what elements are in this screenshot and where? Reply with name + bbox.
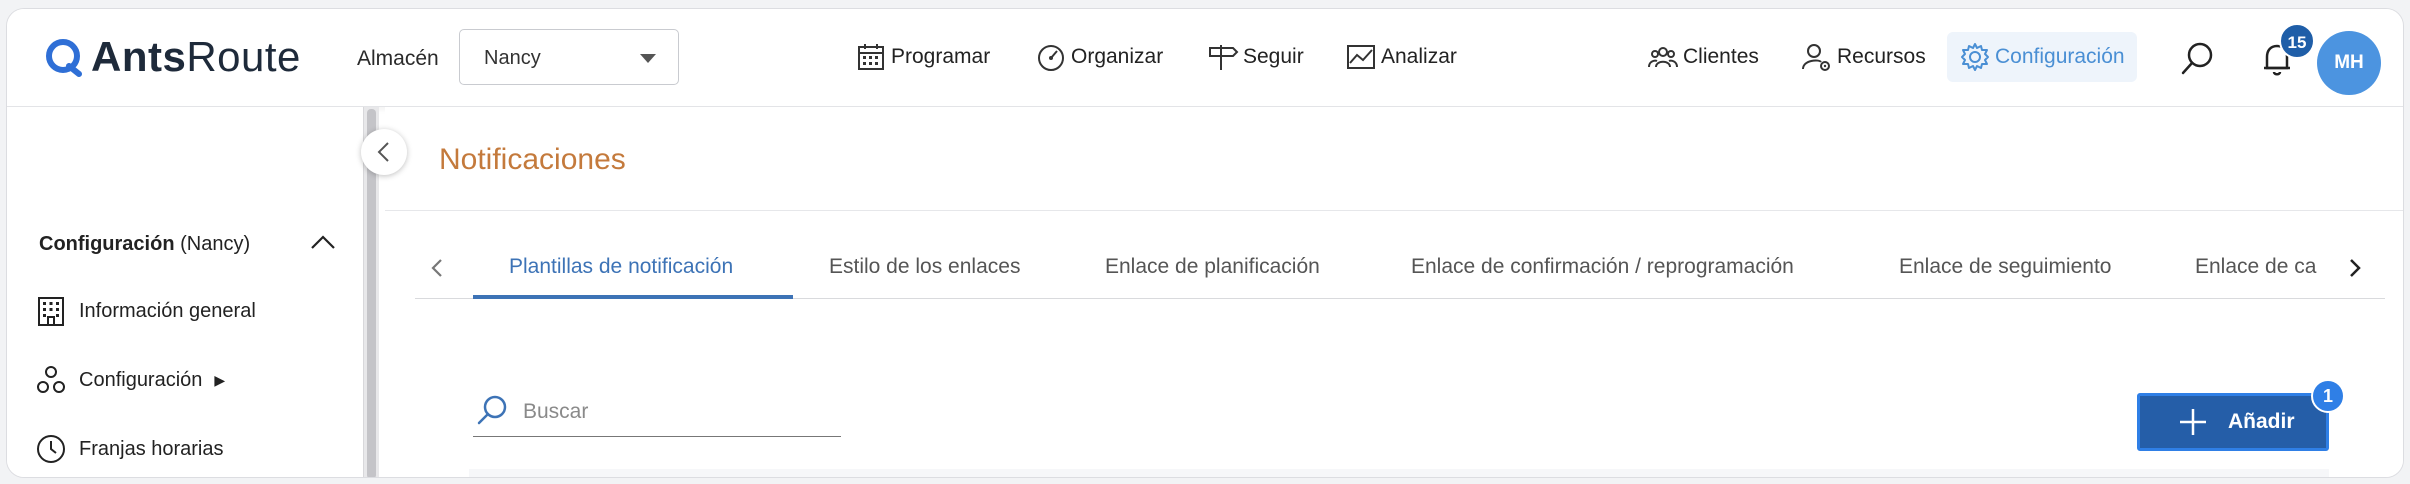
nav-label: Recursos xyxy=(1837,45,1926,68)
nav-label: Programar xyxy=(891,45,991,68)
active-tab-indicator xyxy=(473,295,793,299)
sidebar-item-label: Configuración xyxy=(79,368,203,391)
page-title: Notificaciones xyxy=(439,143,626,176)
step-badge: 1 xyxy=(2311,379,2345,413)
tab-plantillas[interactable]: Plantillas de notificación xyxy=(509,255,733,279)
nav-configuracion[interactable]: Configuración xyxy=(1947,32,2137,82)
search-icon xyxy=(477,395,507,425)
caret-down-icon xyxy=(640,54,656,63)
brand-logo[interactable]: AntsRoute xyxy=(43,33,301,81)
sidebar-section-title: Configuración (Nancy) xyxy=(39,233,251,255)
chevron-up-icon[interactable] xyxy=(309,231,337,253)
table-header-strip xyxy=(469,469,2329,477)
cogs-icon xyxy=(37,366,65,393)
sidebar-item-configuracion[interactable]: Configuración ▶ xyxy=(35,364,225,396)
tab-estilo-enlaces[interactable]: Estilo de los enlaces xyxy=(829,255,1020,279)
top-navbar: AntsRoute Almacén Nancy Programar Organi… xyxy=(7,9,2403,107)
nav-label: Seguir xyxy=(1243,45,1304,68)
tab-enlace-seguimiento[interactable]: Enlace de seguimiento xyxy=(1899,255,2111,279)
sidebar xyxy=(7,107,367,477)
building-icon xyxy=(38,297,64,326)
users-icon xyxy=(1648,47,1678,68)
nav-recursos[interactable]: Recursos xyxy=(1801,39,1926,75)
collapse-sidebar-button[interactable] xyxy=(361,129,407,175)
sidebar-item-label: Franjas horarias xyxy=(79,437,224,460)
nav-analizar[interactable]: Analizar xyxy=(1345,39,1457,75)
main-content: Notificaciones Plantillas de notificació… xyxy=(385,107,2403,477)
logo-icon xyxy=(46,39,82,77)
add-button[interactable]: Añadir xyxy=(2137,393,2329,451)
plus-icon xyxy=(2180,409,2206,435)
user-gear-icon xyxy=(1802,44,1830,71)
nav-seguir[interactable]: Seguir xyxy=(1207,39,1304,75)
tab-enlace-confirmacion[interactable]: Enlace de confirmación / reprogramación xyxy=(1411,255,1794,279)
search-field[interactable] xyxy=(473,387,841,437)
search-input[interactable] xyxy=(523,397,823,427)
sidebar-item-informacion-general[interactable]: Información general xyxy=(35,295,256,327)
almacen-select-value: Nancy xyxy=(484,47,541,69)
notifications-count-badge: 15 xyxy=(2279,23,2315,59)
app-window: AntsRoute Almacén Nancy Programar Organi… xyxy=(6,8,2404,478)
nav-label: Configuración xyxy=(1995,45,2125,68)
calendar-icon xyxy=(858,44,884,70)
gear-icon xyxy=(1961,43,1989,71)
nav-label: Organizar xyxy=(1071,45,1164,68)
chevron-right-icon[interactable] xyxy=(2345,257,2365,279)
signpost-icon xyxy=(1209,45,1239,70)
nav-label: Clientes xyxy=(1683,45,1759,68)
add-button-label: Añadir xyxy=(2228,410,2295,433)
chevron-left-icon xyxy=(377,142,389,162)
tab-enlace-ca[interactable]: Enlace de ca xyxy=(2195,255,2341,279)
nav-clientes[interactable]: Clientes xyxy=(1647,39,1759,75)
almacen-label: Almacén xyxy=(357,47,439,70)
search-icon xyxy=(2181,42,2213,75)
chevron-left-icon[interactable] xyxy=(427,257,447,279)
sidebar-item-franjas-horarias[interactable]: Franjas horarias xyxy=(35,433,224,465)
search-button[interactable] xyxy=(2177,39,2217,79)
tab-enlace-planificacion[interactable]: Enlace de planificación xyxy=(1105,255,1320,279)
nav-label: Analizar xyxy=(1381,45,1457,68)
tab-bar: Plantillas de notificación Estilo de los… xyxy=(415,235,2385,299)
nav-organizar[interactable]: Organizar xyxy=(1035,39,1163,75)
clock-icon xyxy=(37,435,65,463)
chart-icon xyxy=(1347,45,1375,69)
speedometer-icon xyxy=(1038,45,1064,71)
almacen-select[interactable]: Nancy xyxy=(459,29,679,85)
nav-programar[interactable]: Programar xyxy=(855,39,990,75)
expand-arrow-icon: ▶ xyxy=(214,371,226,388)
page-header: Notificaciones xyxy=(385,107,2403,211)
sidebar-item-label: Información general xyxy=(79,299,256,322)
avatar[interactable]: MH xyxy=(2317,31,2381,95)
logo-text: AntsRoute xyxy=(91,33,301,80)
